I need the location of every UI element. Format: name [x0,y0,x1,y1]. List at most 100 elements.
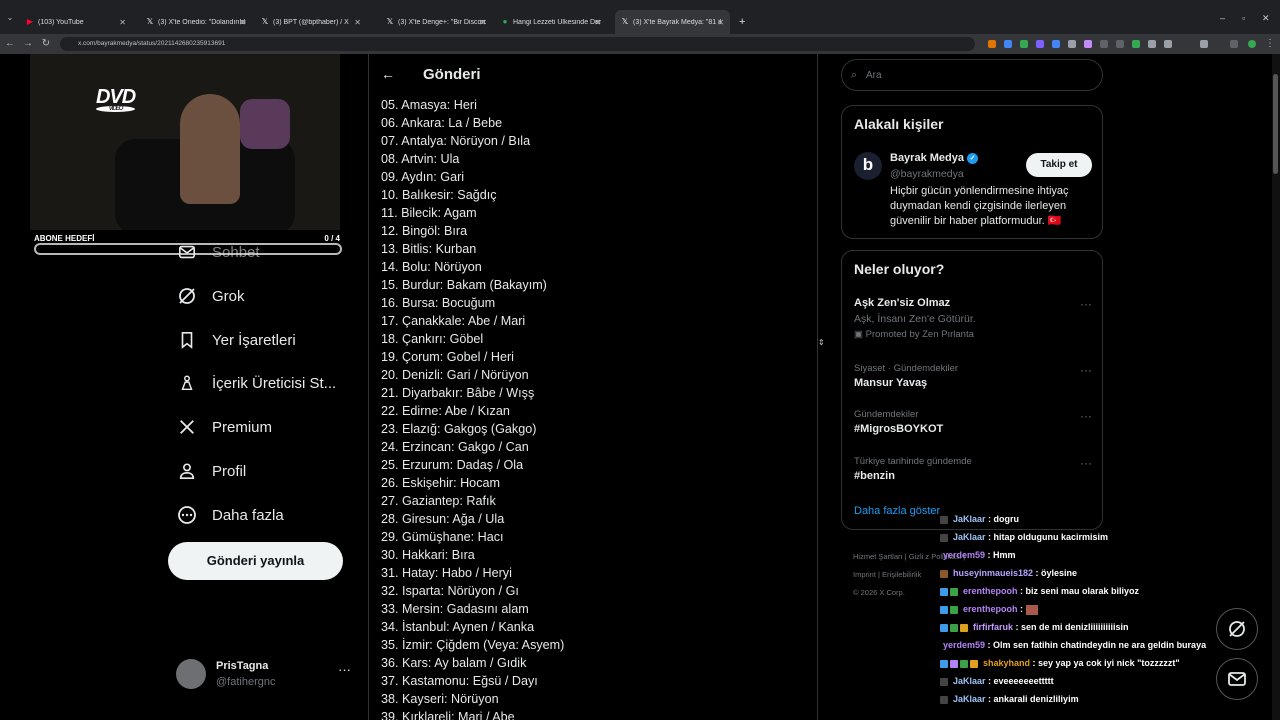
more-icon[interactable]: ··· [338,662,351,677]
trends-title: Neler oluyor? [854,261,945,277]
maximize-icon[interactable]: ▫ [1242,13,1245,23]
trend-item[interactable]: Aşk Zen'siz Olmaz Aşk, İnsanı Zen'e Götü… [854,297,1094,340]
sidebar-item[interactable]: İçerik Üreticisi St... [176,371,336,395]
badge-icon [960,623,968,632]
forward-icon[interactable]: → [22,38,34,50]
province-line: 39. Kırklareli: Mari / Abe [381,710,515,720]
x-icon: 𝕏 [146,17,154,26]
badge-icon [960,659,968,668]
chat-message: erenthepooh : [940,600,1230,618]
profile-icon[interactable] [1230,40,1238,48]
tab[interactable]: 𝕏 (3) X'te Onedio: "Dolandırıldığ ✕ [140,10,252,34]
extension-icon[interactable] [1036,40,1044,48]
new-tab-button[interactable]: + [733,10,751,34]
close-tab-icon[interactable]: ✕ [717,18,724,27]
extension-icon[interactable] [1164,40,1172,48]
extension-icon[interactable] [1084,40,1092,48]
badge-icon [950,659,958,668]
search-icon: ⌕ [851,69,858,81]
tab[interactable]: ● Hangi Lezzeti Ülkesinde Denen ✕ [495,10,607,34]
sidebar-item[interactable]: Premium [176,415,272,439]
sidebar-item[interactable]: Profil [176,459,246,483]
url-field[interactable]: x.com/bayrakmedya/status/202114268023591… [60,37,975,51]
minimize-icon[interactable]: – [1220,13,1225,23]
chat-separator: : [985,550,994,560]
more-icon[interactable]: ··· [1080,409,1092,423]
province-line: 09. Aydın: Gari [381,170,465,184]
trend-title: #benzin [854,470,895,482]
extension-icon[interactable] [1068,40,1076,48]
close-tab-icon[interactable]: ✕ [239,18,246,27]
messages-fab[interactable] [1216,658,1258,700]
profile-avatar[interactable] [1248,40,1256,48]
related-name[interactable]: Bayrak Medya ✓ [890,152,978,164]
sidebar-item[interactable]: Grok [176,284,245,308]
close-tab-icon[interactable]: ✕ [594,18,601,27]
chat-username: JaKlaar [953,694,986,704]
extension-icon[interactable] [1148,40,1156,48]
trend-item[interactable]: Türkiye tarihinde gündemde #benzin ··· [854,456,1094,482]
province-line: 31. Hatay: Habo / Heryi [381,566,512,580]
extension-icon[interactable] [1052,40,1060,48]
bayrak-logo[interactable]: b [854,152,882,180]
grok-icon [1229,621,1245,637]
chat-text: sen de mi denizliiiiiiiiiisin [1021,622,1129,632]
show-more-link[interactable]: Daha fazla göster [854,505,940,517]
sidebar-item[interactable]: Yer İşaretleri [176,328,296,352]
goal-count: 0 / 4 [324,234,340,243]
post-text: 05. Amasya: Heri 06. Ankara: La / Bebe 07.… [381,96,811,720]
trend-meta: Türkiye tarihinde gündemde [854,456,972,467]
extension-icon[interactable] [1132,40,1140,48]
extension-icon[interactable] [1004,40,1012,48]
province-line: 25. Erzurum: Dadaş / Ola [381,458,524,472]
close-tab-icon[interactable]: ✕ [479,18,486,27]
extension-icon[interactable] [1020,40,1028,48]
sidebar-item-label: Yer İşaretleri [212,331,296,349]
more-icon[interactable]: ··· [1080,456,1092,470]
extension-icon[interactable] [988,40,996,48]
chat-separator: : [985,694,994,704]
more-icon[interactable]: ··· [1080,363,1092,377]
sidebar-item[interactable]: Daha fazla [176,503,284,527]
province-line: 23. Elazığ: Gakgoş (Gakgo) [381,422,537,436]
streamer-webcam [180,94,240,204]
tab-search-icon[interactable]: ⌄ [4,12,16,24]
reload-icon[interactable]: ↻ [40,38,52,50]
trend-item[interactable]: Siyaset · Gündemdekiler Mansur Yavaş ··· [854,363,1094,389]
back-arrow-icon[interactable]: ← [381,66,395,82]
person-icon [176,460,198,482]
close-window-icon[interactable]: ✕ [1262,13,1270,24]
tab[interactable]: ▶ (103) YouTube ✕ [20,10,132,34]
extension-icon[interactable] [1116,40,1124,48]
related-people: Alakalı kişiler b Bayrak Medya ✓ @bayrakm… [841,105,1103,239]
post-button[interactable]: Gönderi yayınla [168,542,343,580]
search-input[interactable]: ⌕ Ara [841,59,1103,91]
chat-username: shakyhand [983,658,1031,668]
close-tab-icon[interactable]: ✕ [119,18,126,27]
chat-text: biz seni mau olarak biliyoz [1025,586,1140,596]
extension-icon[interactable] [1100,40,1108,48]
account-switcher[interactable]: PrisTagna @fatihergnc ··· [176,656,356,696]
sidebar-item[interactable]: Sohbet [176,240,260,264]
close-tab-icon[interactable]: ✕ [354,18,361,27]
tab[interactable]: 𝕏 (3) X'te Denge+: "Bir Discord k ✕ [380,10,492,34]
grok-fab[interactable] [1216,608,1258,650]
trend-item[interactable]: Gündemdekiler #MigrosBOYKOT ··· [854,409,1094,435]
stream-overlay: DVD VIDEO [30,54,340,230]
tab[interactable]: 𝕏 (3) BPT (@bpthaber) / X ✕ [255,10,367,34]
chat-message: JaKlaar : hitap oldugunu kacirmisim [940,528,1230,546]
menu-icon[interactable]: ⋮ [1264,38,1276,50]
related-bio: Hiçbir gücün yönlendirmesine ihtiyaç duy… [890,185,1069,227]
scrollbar-thumb[interactable] [1273,74,1278,174]
back-icon[interactable]: ← [4,38,16,50]
trends-panel: Neler oluyor? Aşk Zen'siz Olmaz Aşk, İns… [841,250,1103,530]
extensions-puzzle-icon[interactable] [1200,40,1208,48]
province-line: 18. Çankırı: Göbel [381,332,484,346]
chat-username: JaKlaar [953,532,986,542]
chat-message: JaKlaar : eveeeeeeettttt [940,672,1230,690]
scrollbar[interactable] [1272,54,1280,720]
follow-button[interactable]: Takip et [1026,153,1092,177]
province-line: 20. Denizli: Gari / Nörüyon [381,368,529,382]
tab[interactable]: 𝕏 (3) X'te Bayrak Medya: "81 ilin ✕ [615,10,730,34]
more-icon[interactable]: ··· [1080,297,1092,311]
